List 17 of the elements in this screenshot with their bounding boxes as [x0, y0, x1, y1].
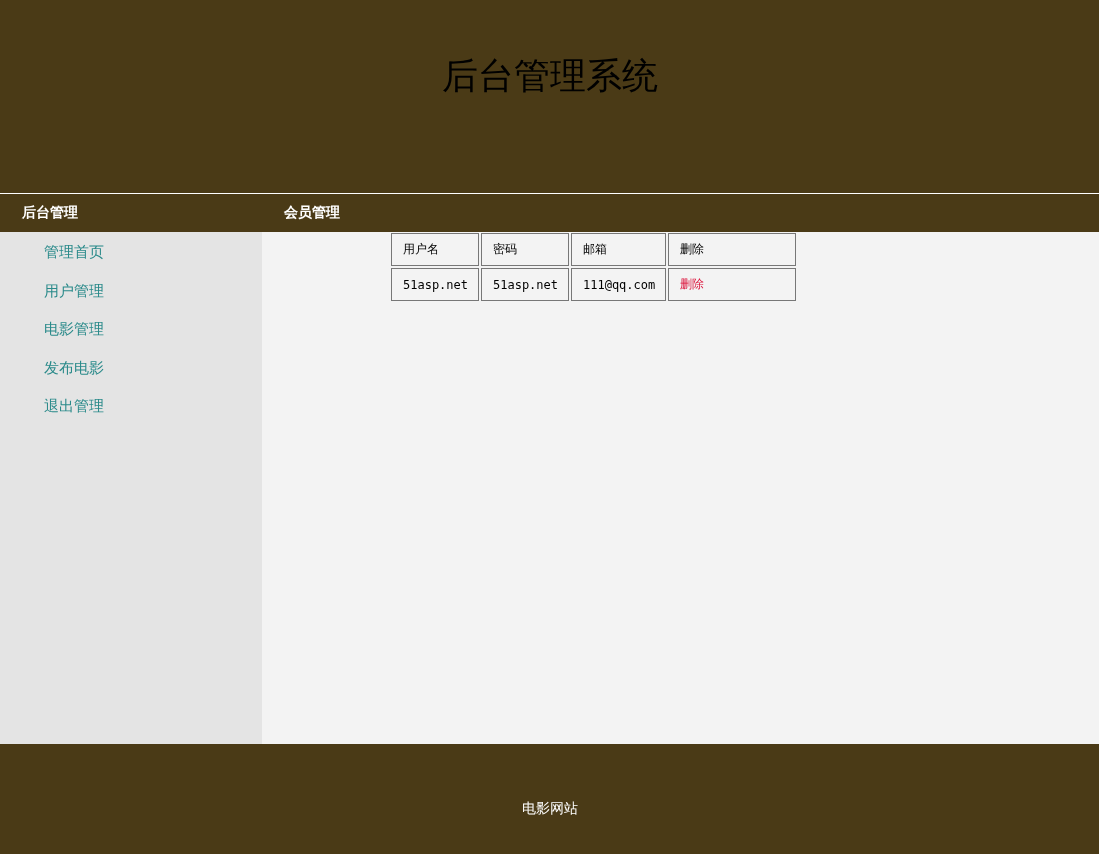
table-cell: 111@qq.com [571, 268, 666, 301]
table-header-cell: 用户名 [391, 233, 479, 266]
delete-link[interactable]: 删除 [668, 268, 796, 301]
sidebar-link[interactable]: 电影管理 [44, 310, 104, 349]
section-header: 会员管理 [262, 194, 1099, 232]
sidebar-link[interactable]: 发布电影 [44, 348, 104, 388]
table-cell: 51asp.net [481, 268, 569, 301]
footer-text: 电影网站 [521, 800, 578, 818]
page-title: 后台管理系统 [441, 54, 658, 98]
sidebar-link[interactable]: 用户管理 [44, 271, 104, 311]
sidebar-link[interactable]: 退出管理 [44, 387, 104, 426]
sidebar-header: 后台管理 [0, 194, 262, 232]
table-header-cell: 密码 [481, 233, 569, 266]
table-header-cell: 邮箱 [571, 233, 666, 266]
sidebar-link[interactable]: 管理首页 [44, 233, 104, 272]
table-cell: 51asp.net [391, 268, 479, 301]
table-header-cell: 删除 [668, 233, 796, 266]
